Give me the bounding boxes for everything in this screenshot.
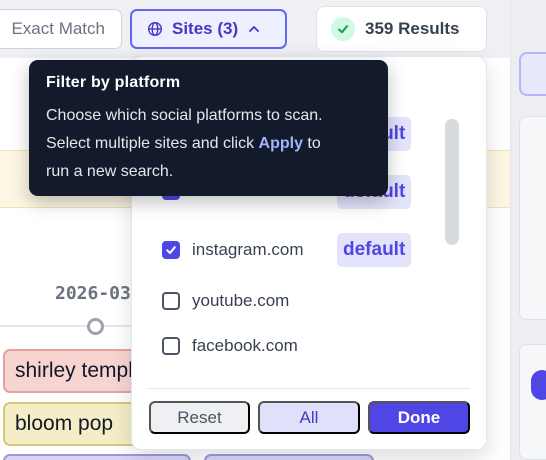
site-checkbox[interactable] bbox=[162, 241, 180, 259]
result-tag-label: shirley temple bbox=[15, 359, 145, 382]
site-option-label: facebook.com bbox=[192, 336, 298, 355]
result-tag[interactable] bbox=[204, 454, 374, 460]
tooltip-text: Select multiple sites and click bbox=[46, 135, 259, 152]
site-option-label: instagram.com bbox=[192, 240, 304, 259]
tooltip-body: Choose which social platforms to scan. S… bbox=[46, 102, 371, 186]
side-panel-selected-card[interactable] bbox=[519, 52, 546, 96]
default-badge: default bbox=[337, 233, 412, 267]
side-panel-action-button[interactable] bbox=[531, 370, 546, 400]
site-option[interactable]: instagram.com bbox=[162, 233, 303, 267]
timeline-date-label: 2026-03 bbox=[55, 283, 131, 304]
check-circle-icon bbox=[331, 17, 355, 41]
tooltip-line: Choose which social platforms to scan. bbox=[46, 107, 323, 124]
result-tag[interactable] bbox=[3, 454, 191, 460]
exact-match-label: Exact Match bbox=[11, 19, 105, 38]
site-checkbox[interactable] bbox=[162, 292, 180, 310]
exact-match-button[interactable]: Exact Match bbox=[0, 9, 122, 49]
result-tag-label: bloom pop bbox=[15, 412, 114, 435]
tooltip-title: Filter by platform bbox=[46, 74, 181, 91]
tooltip-line: Select multiple sites and click Apply to bbox=[46, 130, 371, 158]
sites-filter-button[interactable]: Sites (3) bbox=[130, 9, 287, 49]
select-all-button[interactable]: All bbox=[258, 401, 360, 434]
reset-button[interactable]: Reset bbox=[149, 401, 250, 434]
results-count-badge: 359 Results bbox=[316, 6, 487, 52]
tooltip-text: to bbox=[302, 135, 321, 152]
globe-icon bbox=[147, 21, 163, 37]
site-option[interactable]: facebook.com bbox=[162, 329, 298, 363]
site-option-label: youtube.com bbox=[192, 291, 290, 310]
sites-filter-label: Sites (3) bbox=[172, 19, 239, 38]
timeline-node[interactable] bbox=[87, 318, 104, 335]
tooltip-line: run a new search. bbox=[46, 163, 174, 180]
apply-link: Apply bbox=[258, 135, 303, 152]
dropdown-divider bbox=[148, 388, 470, 389]
site-option[interactable]: youtube.com bbox=[162, 284, 289, 318]
side-panel bbox=[510, 0, 546, 460]
timeline-axis bbox=[0, 325, 140, 327]
chevron-up-icon bbox=[249, 26, 260, 32]
filter-tooltip: Filter by platform Choose which social p… bbox=[29, 60, 388, 196]
done-button[interactable]: Done bbox=[368, 401, 470, 434]
side-panel-card bbox=[519, 116, 546, 320]
side-panel-card bbox=[519, 344, 546, 460]
dropdown-scrollbar[interactable] bbox=[445, 119, 459, 245]
site-checkbox[interactable] bbox=[162, 337, 180, 355]
results-count-label: 359 Results bbox=[365, 19, 460, 38]
